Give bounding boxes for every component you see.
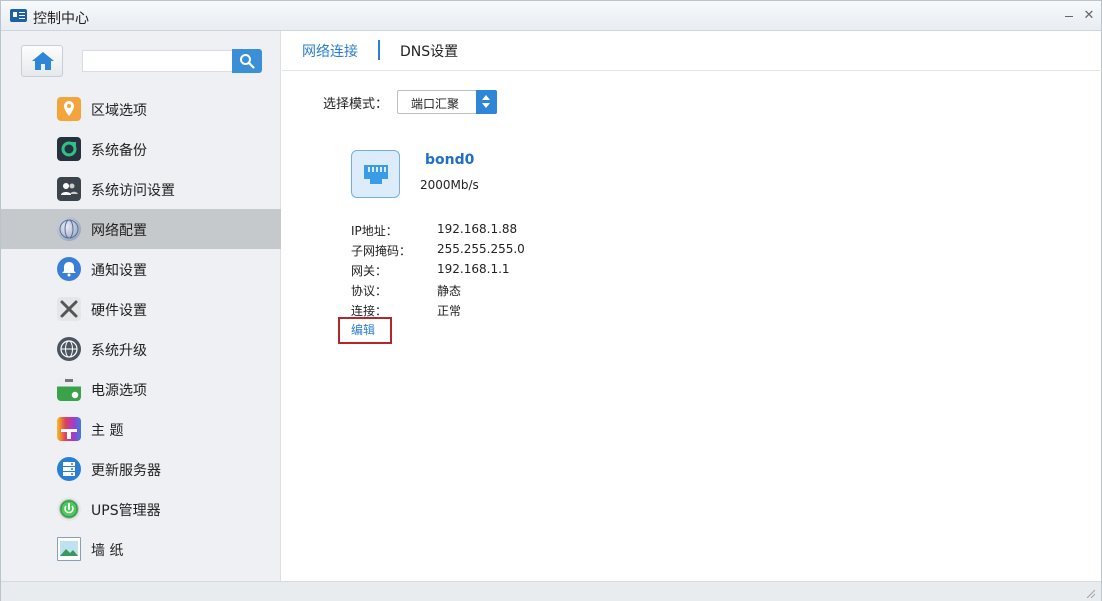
users-icon bbox=[57, 177, 81, 201]
picture-icon bbox=[57, 537, 81, 561]
info-key: 协议： bbox=[351, 284, 388, 298]
mode-label: 选择模式： bbox=[323, 97, 389, 112]
info-value: 255.255.255.0 bbox=[437, 242, 525, 256]
tab-bar: 网络连接 DNS设置 bbox=[282, 31, 1102, 71]
mode-select-value: 端口汇聚 bbox=[411, 97, 460, 111]
sidebar-item-label: 区域选项 bbox=[91, 103, 147, 119]
home-button[interactable] bbox=[21, 45, 63, 77]
info-value: 正常 bbox=[437, 304, 462, 318]
home-icon bbox=[32, 52, 54, 70]
resize-grip-icon[interactable] bbox=[1085, 588, 1095, 598]
network-globe-icon bbox=[57, 217, 81, 241]
tools-icon bbox=[57, 297, 81, 321]
mode-select[interactable]: 端口汇聚 bbox=[397, 90, 497, 114]
info-value: 192.168.1.1 bbox=[437, 262, 510, 276]
battery-icon bbox=[57, 377, 81, 401]
tab-dns-settings[interactable]: DNS设置 bbox=[400, 41, 458, 61]
palette-icon bbox=[57, 417, 81, 441]
ups-icon bbox=[57, 497, 81, 521]
sidebar-item-update-server[interactable]: 更新服务器 bbox=[1, 449, 281, 489]
info-key: 网关： bbox=[351, 264, 388, 278]
sidebar-item-access[interactable]: 系统访问设置 bbox=[1, 169, 281, 209]
globe-upgrade-icon bbox=[57, 337, 81, 361]
sidebar-item-ups[interactable]: UPS管理器 bbox=[1, 489, 281, 529]
info-value: 静态 bbox=[437, 284, 462, 298]
tab-network-connection[interactable]: 网络连接 bbox=[302, 41, 358, 61]
sidebar-item-hardware[interactable]: 硬件设置 bbox=[1, 289, 281, 329]
sidebar-item-notification[interactable]: 通知设置 bbox=[1, 249, 281, 289]
backup-icon bbox=[57, 137, 81, 161]
sidebar-nav: 区域选项 系统备份 系统访问设置 网络配置 通知设置 硬件设置 系统升级 电源选… bbox=[1, 89, 281, 569]
sidebar-item-power[interactable]: 电源选项 bbox=[1, 369, 281, 409]
sidebar-item-label: 通知设置 bbox=[91, 263, 147, 279]
sidebar-item-label: 系统访问设置 bbox=[91, 183, 175, 199]
info-key: IP地址： bbox=[351, 224, 398, 238]
control-center-icon bbox=[10, 9, 27, 22]
info-key: 子网掩码： bbox=[351, 244, 412, 258]
minimize-button[interactable] bbox=[1062, 9, 1076, 23]
sidebar-item-backup[interactable]: 系统备份 bbox=[1, 129, 281, 169]
sidebar-item-label: 系统备份 bbox=[91, 143, 147, 159]
close-button[interactable]: ✕ bbox=[1082, 9, 1096, 23]
sidebar: 区域选项 系统备份 系统访问设置 网络配置 通知设置 硬件设置 系统升级 电源选… bbox=[1, 31, 281, 581]
sidebar-item-theme[interactable]: 主 题 bbox=[1, 409, 281, 449]
title-bar: 控制中心 ✕ bbox=[1, 1, 1101, 31]
ethernet-port-icon bbox=[351, 150, 400, 198]
status-bar bbox=[1, 581, 1101, 601]
server-icon bbox=[57, 457, 81, 481]
sidebar-item-wallpaper[interactable]: 墙 纸 bbox=[1, 529, 281, 569]
sidebar-item-label: 硬件设置 bbox=[91, 303, 147, 319]
window-title: 控制中心 bbox=[33, 11, 89, 27]
interface-name: bond0 bbox=[425, 152, 475, 168]
control-center-window: 控制中心 ✕ 区域选项 系统备份 系统访问设置 网络配置 通知设置 硬件设置 系… bbox=[0, 0, 1102, 601]
edit-link[interactable]: 编辑 bbox=[351, 321, 375, 338]
search-icon bbox=[240, 54, 255, 69]
sidebar-item-label: UPS管理器 bbox=[91, 503, 161, 519]
tab-active-indicator bbox=[378, 40, 380, 60]
sidebar-item-upgrade[interactable]: 系统升级 bbox=[1, 329, 281, 369]
info-value: 192.168.1.88 bbox=[437, 222, 518, 236]
sidebar-item-label: 电源选项 bbox=[91, 383, 147, 399]
sidebar-item-label: 主 题 bbox=[91, 423, 124, 439]
bell-icon bbox=[57, 257, 81, 281]
sidebar-item-region[interactable]: 区域选项 bbox=[1, 89, 281, 129]
chevron-up-down-icon bbox=[476, 90, 497, 114]
location-pin-icon bbox=[57, 97, 81, 121]
interface-speed: 2000Mb/s bbox=[420, 178, 479, 192]
sidebar-item-label: 更新服务器 bbox=[91, 463, 161, 479]
search-input[interactable] bbox=[82, 50, 232, 72]
sidebar-item-network[interactable]: 网络配置 bbox=[1, 209, 281, 249]
sidebar-item-label: 网络配置 bbox=[91, 223, 147, 239]
sidebar-item-label: 墙 纸 bbox=[91, 543, 124, 559]
search-button[interactable] bbox=[232, 49, 262, 73]
sidebar-item-label: 系统升级 bbox=[91, 343, 147, 359]
